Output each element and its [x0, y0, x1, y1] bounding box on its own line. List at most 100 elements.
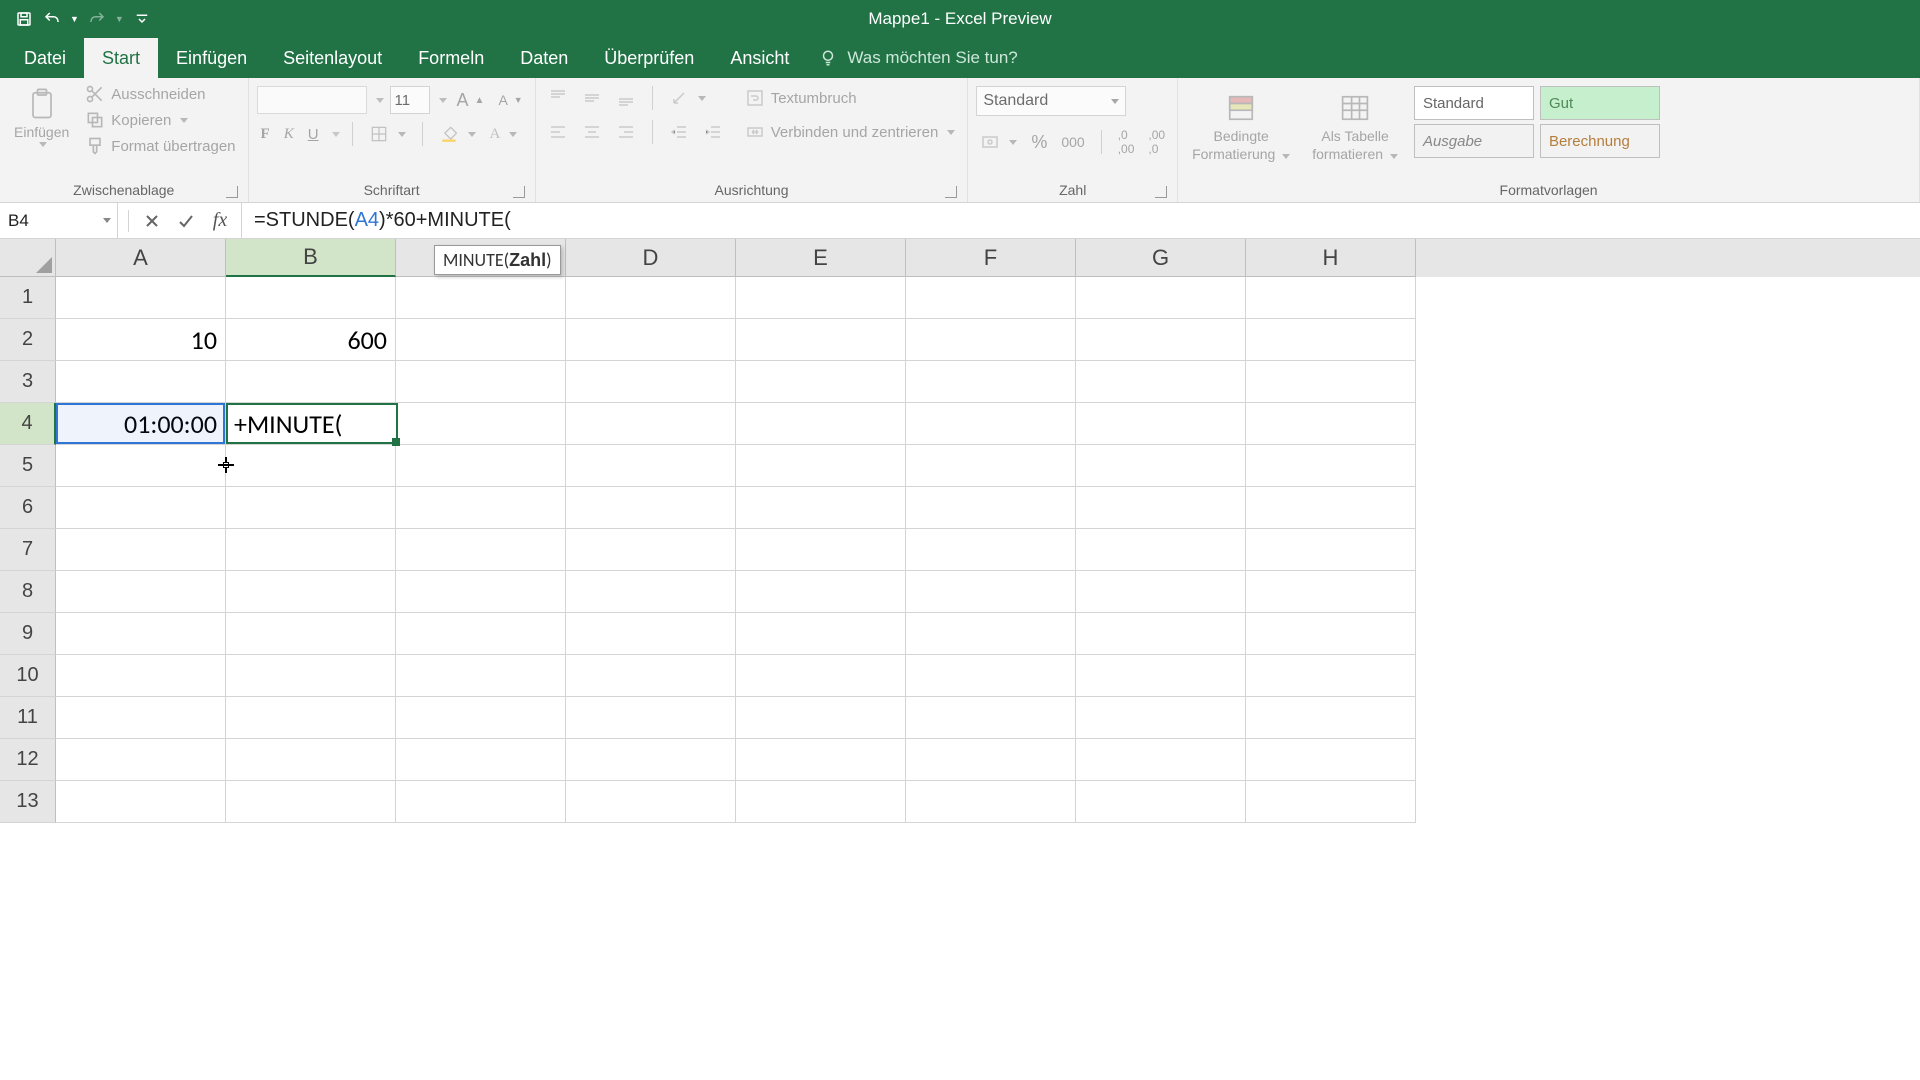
cell-B13[interactable]	[226, 781, 396, 823]
cell-D11[interactable]	[566, 697, 736, 739]
cell-D10[interactable]	[566, 655, 736, 697]
cell-C4[interactable]	[396, 403, 566, 445]
row-header-3[interactable]: 3	[0, 361, 56, 403]
number-launcher[interactable]	[1155, 186, 1167, 198]
cell-A9[interactable]	[56, 613, 226, 655]
cell-H6[interactable]	[1246, 487, 1416, 529]
row-header-11[interactable]: 11	[0, 697, 56, 739]
cell-G12[interactable]	[1076, 739, 1246, 781]
name-box[interactable]: B4	[0, 203, 118, 238]
cell-F9[interactable]	[906, 613, 1076, 655]
cell-G2[interactable]	[1076, 319, 1246, 361]
enter-edit-button[interactable]	[171, 206, 201, 236]
font-size-dropdown-icon[interactable]	[439, 98, 447, 103]
number-format-dropdown-icon[interactable]	[1111, 99, 1119, 104]
tell-me[interactable]: Was möchten Sie tun?	[807, 38, 1017, 78]
qat-customize-button[interactable]	[128, 5, 156, 33]
cell-H11[interactable]	[1246, 697, 1416, 739]
cell-H2[interactable]	[1246, 319, 1416, 361]
cell-D5[interactable]	[566, 445, 736, 487]
cell-F1[interactable]	[906, 277, 1076, 319]
cell-F12[interactable]	[906, 739, 1076, 781]
cell-E4[interactable]	[736, 403, 906, 445]
cell-E7[interactable]	[736, 529, 906, 571]
cell-E12[interactable]	[736, 739, 906, 781]
tab-ansicht[interactable]: Ansicht	[712, 38, 807, 78]
cell-F4[interactable]	[906, 403, 1076, 445]
cell-C10[interactable]	[396, 655, 566, 697]
row-header-7[interactable]: 7	[0, 529, 56, 571]
cell-C1[interactable]	[396, 277, 566, 319]
cell-D3[interactable]	[566, 361, 736, 403]
cell-E3[interactable]	[736, 361, 906, 403]
cell-H5[interactable]	[1246, 445, 1416, 487]
cell-H10[interactable]	[1246, 655, 1416, 697]
cell-B3[interactable]	[226, 361, 396, 403]
cell-E2[interactable]	[736, 319, 906, 361]
cell-G7[interactable]	[1076, 529, 1246, 571]
cell-B11[interactable]	[226, 697, 396, 739]
formula-input[interactable]: =STUNDE(A4)*60+MINUTE(	[242, 203, 1920, 238]
cell-B2[interactable]: 600	[226, 319, 396, 361]
insert-function-button[interactable]: fx	[205, 206, 235, 236]
column-header-H[interactable]: H	[1246, 239, 1416, 277]
alignment-launcher[interactable]	[945, 186, 957, 198]
cell-F11[interactable]	[906, 697, 1076, 739]
cell-H7[interactable]	[1246, 529, 1416, 571]
row-header-4[interactable]: 4	[0, 403, 56, 445]
cell-C11[interactable]	[396, 697, 566, 739]
cell-A12[interactable]	[56, 739, 226, 781]
cell-A8[interactable]	[56, 571, 226, 613]
cell-H13[interactable]	[1246, 781, 1416, 823]
cell-A11[interactable]	[56, 697, 226, 739]
cell-C13[interactable]	[396, 781, 566, 823]
cell-A4[interactable]: 01:00:00	[56, 403, 226, 445]
cell-C9[interactable]	[396, 613, 566, 655]
cell-G4[interactable]	[1076, 403, 1246, 445]
cell-G11[interactable]	[1076, 697, 1246, 739]
cell-H1[interactable]	[1246, 277, 1416, 319]
row-header-6[interactable]: 6	[0, 487, 56, 529]
cell-H8[interactable]	[1246, 571, 1416, 613]
number-format-select[interactable]: Standard	[976, 86, 1126, 116]
cell-H3[interactable]	[1246, 361, 1416, 403]
cell-B7[interactable]	[226, 529, 396, 571]
clipboard-launcher[interactable]	[226, 186, 238, 198]
cell-B1[interactable]	[226, 277, 396, 319]
row-header-1[interactable]: 1	[0, 277, 56, 319]
cell-G13[interactable]	[1076, 781, 1246, 823]
cell-G10[interactable]	[1076, 655, 1246, 697]
cell-D4[interactable]	[566, 403, 736, 445]
column-header-F[interactable]: F	[906, 239, 1076, 277]
column-header-E[interactable]: E	[736, 239, 906, 277]
column-header-A[interactable]: A	[56, 239, 226, 277]
cell-B6[interactable]	[226, 487, 396, 529]
cell-B5[interactable]	[226, 445, 396, 487]
cell-D1[interactable]	[566, 277, 736, 319]
cell-G9[interactable]	[1076, 613, 1246, 655]
font-size-input[interactable]	[390, 86, 430, 114]
font-launcher[interactable]	[513, 186, 525, 198]
cell-E10[interactable]	[736, 655, 906, 697]
style-standard[interactable]: Standard	[1414, 86, 1534, 120]
cell-G6[interactable]	[1076, 487, 1246, 529]
cancel-edit-button[interactable]	[137, 206, 167, 236]
row-header-12[interactable]: 12	[0, 739, 56, 781]
cell-H9[interactable]	[1246, 613, 1416, 655]
cell-E13[interactable]	[736, 781, 906, 823]
select-all-button[interactable]	[0, 239, 56, 277]
cell-H12[interactable]	[1246, 739, 1416, 781]
cell-G8[interactable]	[1076, 571, 1246, 613]
fill-handle[interactable]	[392, 438, 400, 446]
cell-C12[interactable]	[396, 739, 566, 781]
cell-G3[interactable]	[1076, 361, 1246, 403]
cell-D6[interactable]	[566, 487, 736, 529]
cell-D9[interactable]	[566, 613, 736, 655]
undo-dropdown-icon[interactable]: ▼	[66, 14, 83, 24]
cell-C5[interactable]	[396, 445, 566, 487]
cell-B9[interactable]	[226, 613, 396, 655]
cell-E9[interactable]	[736, 613, 906, 655]
row-header-10[interactable]: 10	[0, 655, 56, 697]
row-header-8[interactable]: 8	[0, 571, 56, 613]
cell-C8[interactable]	[396, 571, 566, 613]
